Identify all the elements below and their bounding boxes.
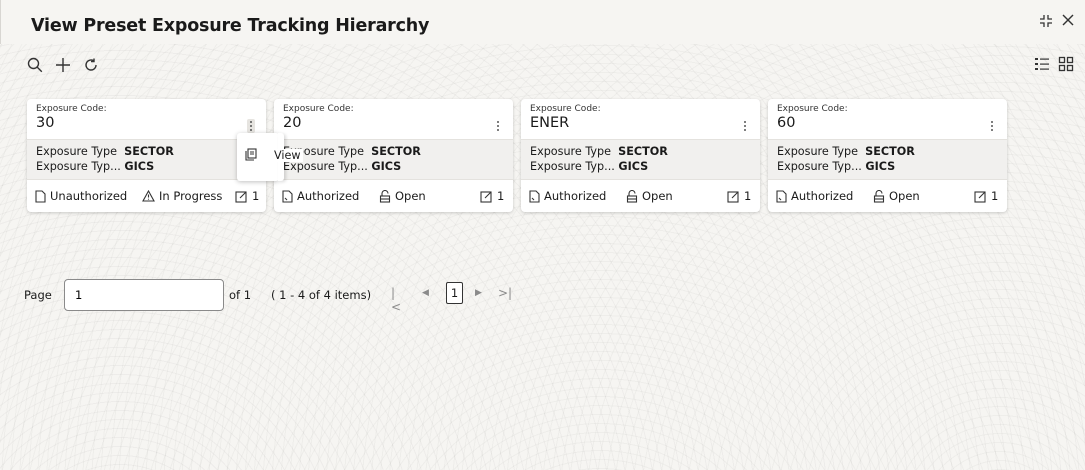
record-status-label: Open (642, 189, 673, 203)
modification-count: 1 (974, 189, 998, 203)
type2-value: GICS (618, 160, 649, 173)
page-label: Page (24, 288, 52, 302)
grid-view-icon[interactable] (1058, 56, 1074, 76)
auth-status: Unauthorized (35, 189, 127, 203)
edit-icon (235, 190, 247, 203)
mod-count-label: 1 (744, 189, 752, 203)
auth-status: Authorized (776, 189, 853, 203)
modification-count: 1 (727, 189, 751, 203)
view-menu-item[interactable] (245, 148, 257, 161)
exposure-card[interactable]: Exposure Code: ENER Exposure Type SECTOR… (521, 99, 760, 212)
code-label: Exposure Code: (777, 104, 848, 114)
code-value: 60 (777, 115, 796, 131)
type-label: Exposure Type (36, 145, 118, 158)
prev-page-icon[interactable]: ◀ (422, 288, 429, 298)
auth-status-label: Authorized (544, 189, 607, 203)
unlock-icon (379, 189, 391, 203)
type2-value: GICS (865, 160, 896, 173)
list-view-icon[interactable] (1034, 56, 1050, 76)
type2-label: Exposure Typ... (777, 160, 862, 173)
mod-count-label: 1 (991, 189, 999, 203)
edit-icon (727, 190, 739, 203)
auth-status-label: Authorized (791, 189, 854, 203)
collapse-icon[interactable] (1039, 14, 1053, 32)
auth-status-label: Unauthorized (50, 189, 128, 203)
exposure-card[interactable]: Exposure Code: 30 Exposure Type SECTOR E… (27, 99, 266, 212)
document-check-icon (529, 189, 540, 203)
auth-status: Authorized (529, 189, 606, 203)
unlock-icon (626, 189, 638, 203)
items-range-label: ( 1 - 4 of 4 items) (271, 288, 372, 302)
mod-count-label: 1 (497, 189, 505, 203)
document-icon (35, 189, 46, 203)
record-status-label: Open (395, 189, 426, 203)
next-page-icon[interactable]: ▶ (475, 288, 482, 298)
auth-status: Authorized (282, 189, 359, 203)
code-value: 30 (36, 115, 55, 131)
code-label: Exposure Code: (283, 104, 354, 114)
toolbar (26, 56, 100, 74)
document-check-icon (776, 189, 787, 203)
mod-count-label: 1 (252, 189, 260, 203)
kebab-menu-icon[interactable] (988, 119, 996, 133)
first-page-icon[interactable]: |< (391, 286, 401, 314)
modification-count: 1 (480, 189, 504, 203)
document-check-icon (282, 189, 293, 203)
window-header: View Preset Exposure Tracking Hierarchy (0, 0, 1085, 44)
search-icon[interactable] (26, 56, 44, 74)
warning-icon (142, 190, 155, 202)
exposure-card[interactable]: Exposure Code: 20 Exposure Type SECTOR E… (274, 99, 513, 212)
code-label: Exposure Code: (36, 104, 107, 114)
unlock-icon (873, 189, 885, 203)
type2-label: Exposure Typ... (530, 160, 615, 173)
type-value: SECTOR (865, 145, 915, 158)
type2-label: Exposure Typ... (36, 160, 121, 173)
kebab-menu-icon[interactable] (247, 119, 255, 133)
code-value: 20 (283, 115, 302, 131)
code-value: ENER (530, 115, 570, 131)
view-menu-label[interactable]: View (272, 149, 303, 162)
type2-value: GICS (124, 160, 155, 173)
record-status-label: In Progress (159, 189, 223, 203)
code-label: Exposure Code: (530, 104, 601, 114)
type-label: Exposure Type (777, 145, 859, 158)
type-label: Exposure Type (530, 145, 612, 158)
refresh-icon[interactable] (82, 56, 100, 74)
type-value: SECTOR (371, 145, 421, 158)
page-number-input[interactable] (64, 279, 224, 311)
edit-icon (974, 190, 986, 203)
record-status: Open (379, 189, 426, 203)
close-icon[interactable] (1061, 13, 1075, 31)
type-value: SECTOR (124, 145, 174, 158)
view-document-icon (245, 148, 257, 161)
exposure-card[interactable]: Exposure Code: 60 Exposure Type SECTOR E… (768, 99, 1007, 212)
record-status: Open (626, 189, 673, 203)
page-title: View Preset Exposure Tracking Hierarchy (31, 16, 430, 36)
kebab-menu-icon[interactable] (494, 119, 502, 133)
record-status-label: Open (889, 189, 920, 203)
kebab-menu-icon[interactable] (741, 119, 749, 133)
type-value: SECTOR (618, 145, 668, 158)
modification-count: 1 (235, 189, 259, 203)
record-status: Open (873, 189, 920, 203)
last-page-icon[interactable]: >| (498, 286, 512, 300)
add-icon[interactable] (54, 56, 72, 74)
current-page-button[interactable]: 1 (446, 282, 463, 304)
type2-value: GICS (371, 160, 402, 173)
auth-status-label: Authorized (297, 189, 360, 203)
page-of-label: of 1 (229, 288, 252, 302)
record-status: In Progress (142, 189, 222, 203)
edit-icon (480, 190, 492, 203)
